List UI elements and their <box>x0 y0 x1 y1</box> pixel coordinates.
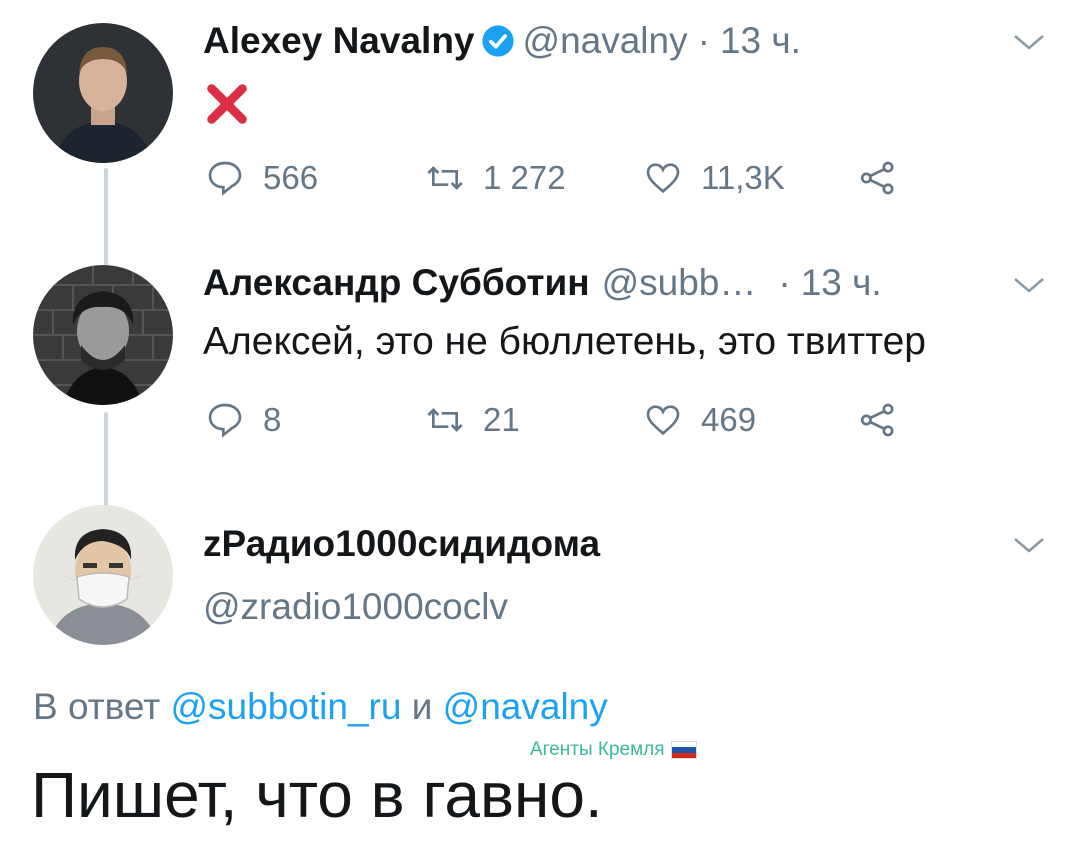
focused-handle-row: @zradio1000coclv <box>203 586 508 628</box>
reply-count: 8 <box>263 401 282 438</box>
avatar-photo <box>33 265 173 405</box>
avatar-photo <box>33 505 173 645</box>
focused-tweet-text: Пишет, что в гавно. <box>31 759 603 831</box>
reply-count: 566 <box>263 159 319 196</box>
chevron-down-icon[interactable] <box>1012 32 1046 52</box>
author-name[interactable]: Александр Субботин <box>203 262 590 304</box>
reply-button[interactable]: 566 <box>205 158 318 198</box>
author-handle[interactable]: @zradio1000coclv <box>203 586 508 628</box>
tweet-time[interactable]: 13 ч. <box>801 262 882 304</box>
separator-dot: · <box>778 262 791 303</box>
chevron-down-icon[interactable] <box>1012 535 1046 555</box>
reply-prefix: В ответ <box>33 686 161 727</box>
focused-name-row: zРадио1000сидидома <box>203 523 600 565</box>
retweet-button[interactable]: 21 <box>425 400 520 440</box>
like-button[interactable]: 469 <box>643 400 756 440</box>
retweet-count: 21 <box>483 401 520 438</box>
share-icon <box>860 403 894 437</box>
reply-icon <box>208 161 242 196</box>
heart-icon <box>646 405 680 436</box>
tweet-time[interactable]: 13 ч. <box>720 20 801 62</box>
author-name[interactable]: Alexey Navalny <box>203 20 475 62</box>
tweet2-header: Александр Субботин @subb… · 13 ч. <box>203 262 882 304</box>
reply-mention-navalny[interactable]: @navalny <box>443 686 608 727</box>
heart-icon <box>646 163 680 194</box>
like-count: 11,3K <box>701 159 785 196</box>
red-cross-mark-icon <box>207 84 247 124</box>
tweet1-header: Alexey Navalny @navalny · 13 ч. <box>203 20 801 62</box>
avatar-navalny[interactable] <box>33 23 173 163</box>
like-button[interactable]: 11,3K <box>643 158 785 198</box>
reply-button[interactable]: 8 <box>205 400 281 440</box>
avatar-zradio[interactable] <box>33 505 173 645</box>
reply-conjunction: и <box>411 686 433 727</box>
russian-flag-icon <box>670 741 697 759</box>
retweet-icon <box>427 408 463 432</box>
author-name[interactable]: zРадио1000сидидома <box>203 523 600 565</box>
tweet-text: Алексей, это не бюллетень, это твиттер <box>203 320 926 363</box>
retweet-count: 1 272 <box>483 159 566 196</box>
share-button[interactable] <box>858 400 898 440</box>
reply-context: В ответ @subbotin_ru и @navalny <box>33 686 608 728</box>
author-handle[interactable]: @subb… <box>602 262 757 304</box>
chevron-down-icon[interactable] <box>1012 275 1046 295</box>
reply-mention-subbotin[interactable]: @subbotin_ru <box>171 686 402 727</box>
thread-line-1 <box>104 168 108 266</box>
retweet-button[interactable]: 1 272 <box>425 158 566 198</box>
avatar-subbotin[interactable] <box>33 265 173 405</box>
share-button[interactable] <box>858 158 898 198</box>
like-count: 469 <box>701 401 757 438</box>
share-icon <box>860 161 894 195</box>
verified-badge-icon <box>481 25 514 57</box>
reply-icon <box>208 403 242 438</box>
thread-line-2 <box>104 412 108 508</box>
avatar-photo <box>33 23 173 163</box>
author-handle[interactable]: @navalny <box>523 20 688 62</box>
retweet-icon <box>427 166 463 190</box>
separator-dot: · <box>697 20 710 61</box>
